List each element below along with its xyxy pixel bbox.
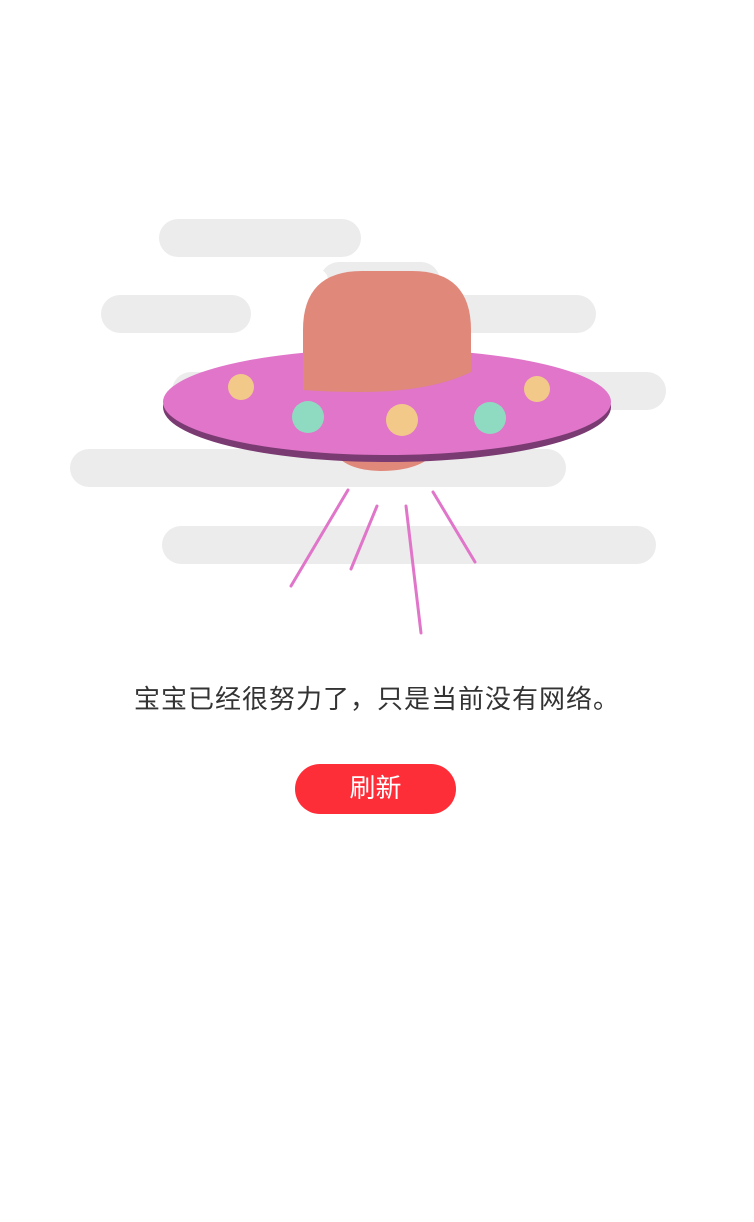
no-network-message: 宝宝已经很努力了，只是当前没有网络。 <box>133 685 620 715</box>
ufo-illustration <box>70 219 666 635</box>
ufo-dome <box>303 271 471 392</box>
refresh-button[interactable]: 刷新 <box>295 764 456 814</box>
